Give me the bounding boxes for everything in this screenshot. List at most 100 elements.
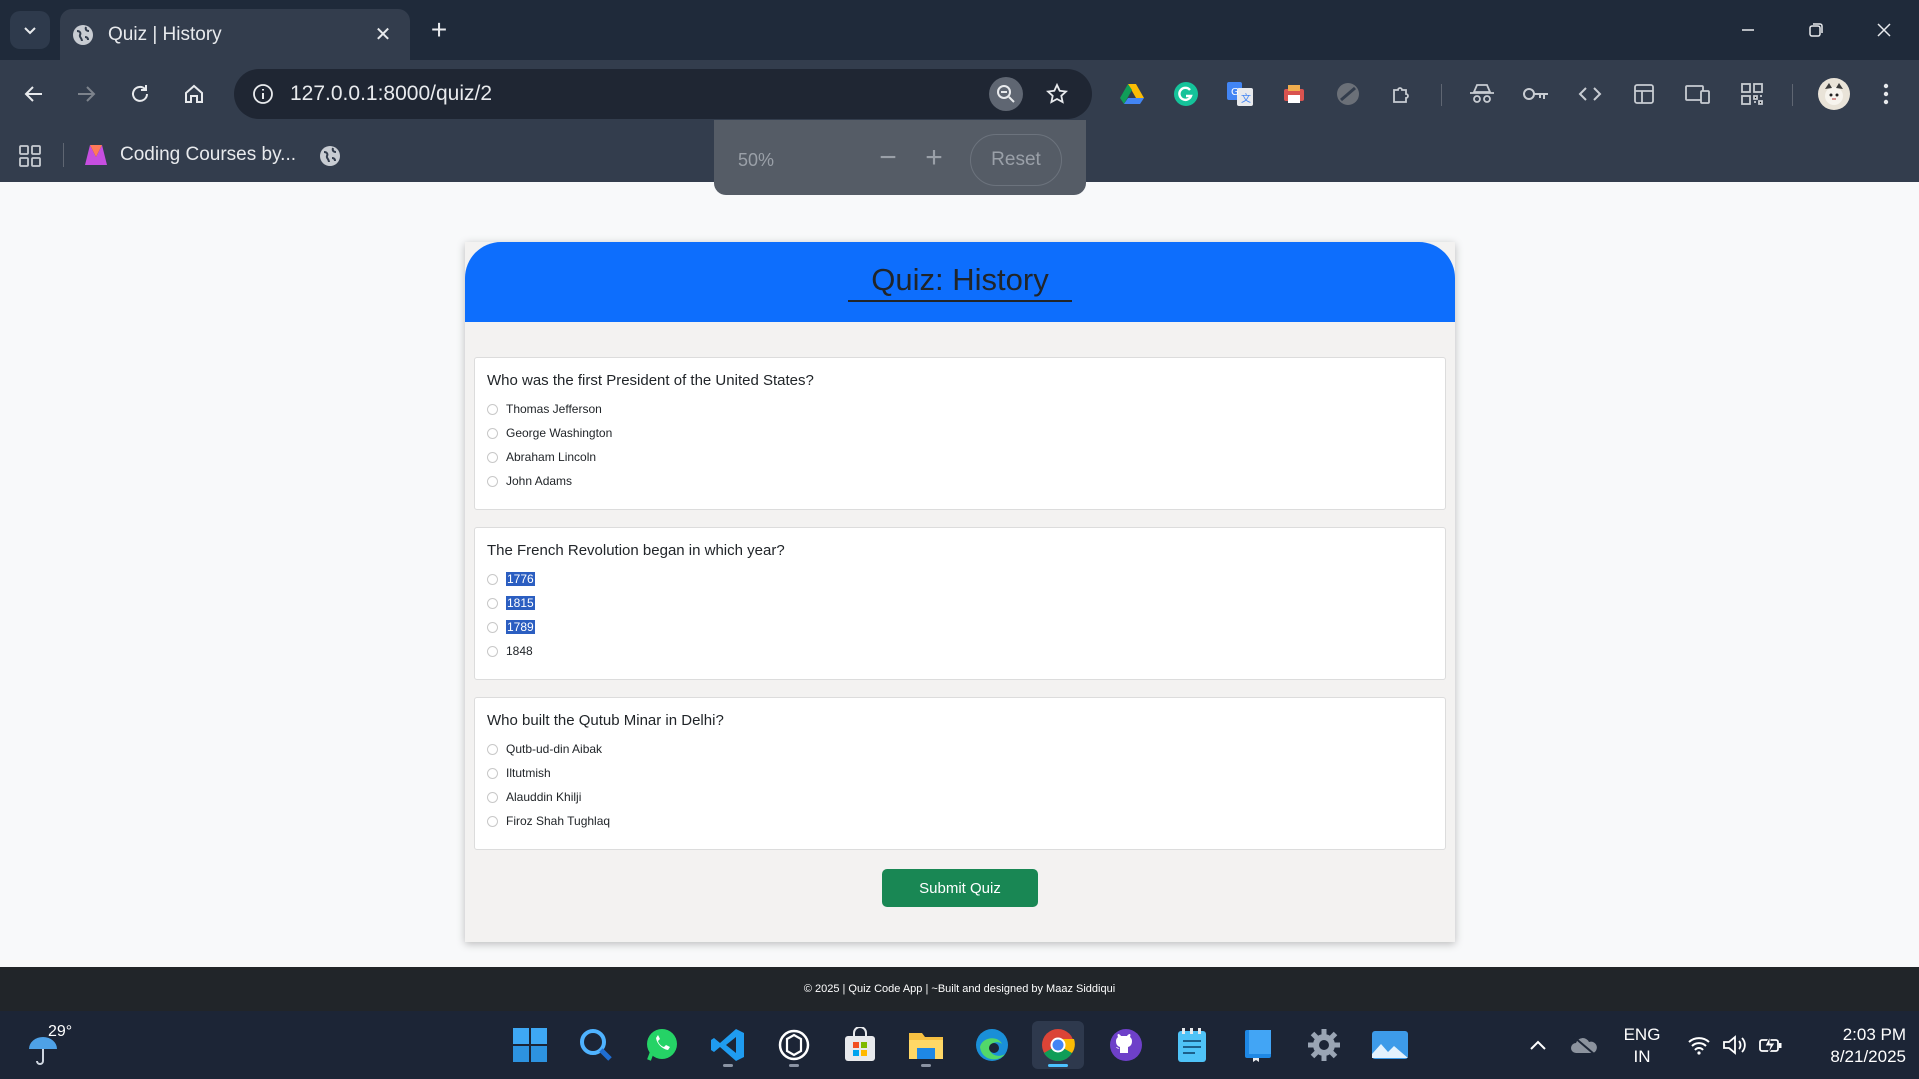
file-explorer-icon[interactable] <box>902 1021 950 1069</box>
battery-charging-icon[interactable] <box>1756 1029 1786 1061</box>
reload-icon[interactable] <box>120 74 160 114</box>
active-tab[interactable]: Quiz | History ✕ <box>60 9 410 60</box>
home-icon[interactable] <box>174 74 214 114</box>
option-2-3[interactable]: 1789 <box>487 618 535 636</box>
radio-button[interactable] <box>487 427 498 439</box>
close-window-icon[interactable] <box>1850 0 1918 60</box>
option-1-3[interactable]: Abraham Lincoln <box>487 448 596 466</box>
option-label: Firoz Shah Tughlaq <box>506 814 611 828</box>
vscode-icon[interactable] <box>704 1021 752 1069</box>
toolbar-separator <box>1441 84 1442 106</box>
clock-time: 2:03 PM <box>1842 1025 1906 1044</box>
blocked-extension-icon[interactable] <box>1332 78 1364 110</box>
restore-icon[interactable] <box>1782 0 1850 60</box>
qr-code-icon[interactable] <box>1736 78 1768 110</box>
code-icon[interactable] <box>1574 78 1606 110</box>
option-label: 1848 <box>506 644 533 658</box>
print-friendly-icon[interactable] <box>1278 78 1310 110</box>
option-3-1[interactable]: Qutb-ud-din Aibak <box>487 740 602 758</box>
radio-button[interactable] <box>487 767 498 779</box>
bookmark-star-icon[interactable] <box>1040 77 1074 111</box>
radio-button[interactable] <box>487 645 498 657</box>
zoom-reset-button[interactable]: Reset <box>970 134 1062 186</box>
radio-button[interactable] <box>487 743 498 755</box>
active-indicator <box>1048 1064 1068 1067</box>
menu-kebab-icon[interactable] <box>1870 78 1902 110</box>
minimize-icon[interactable] <box>1714 0 1782 60</box>
windows-start-icon[interactable] <box>506 1021 554 1069</box>
profile-avatar[interactable] <box>1816 76 1852 112</box>
bookmark-favicon-icon <box>85 145 107 165</box>
option-1-4[interactable]: John Adams <box>487 472 572 490</box>
bookmark-coding-courses[interactable]: Coding Courses by... <box>84 138 296 172</box>
option-3-3[interactable]: Alauddin Khilji <box>487 788 581 806</box>
submit-quiz-button[interactable]: Submit Quiz <box>882 869 1038 907</box>
edge-icon[interactable] <box>968 1021 1016 1069</box>
option-1-2[interactable]: George Washington <box>487 424 612 442</box>
language-indicator[interactable]: ENG IN <box>1620 1024 1664 1068</box>
site-info-icon[interactable] <box>246 77 280 111</box>
github-desktop-icon[interactable] <box>1102 1021 1150 1069</box>
blue-book-app-icon[interactable] <box>1234 1021 1282 1069</box>
apps-grid-icon[interactable] <box>14 140 46 172</box>
onedrive-cloud-icon[interactable] <box>1568 1029 1600 1061</box>
radio-button[interactable] <box>487 451 498 463</box>
google-drive-icon[interactable] <box>1116 78 1148 110</box>
system-clock[interactable]: 2:03 PM 8/21/2025 <box>1796 1024 1906 1068</box>
weather-temp: 29° <box>48 1023 73 1040</box>
option-3-2[interactable]: Iltutmish <box>487 764 551 782</box>
tab-search-button[interactable] <box>10 11 50 49</box>
radio-button[interactable] <box>487 791 498 803</box>
option-3-4[interactable]: Firoz Shah Tughlaq <box>487 812 610 830</box>
zoom-plus-button[interactable]: + <box>914 138 954 178</box>
back-icon[interactable] <box>14 74 54 114</box>
devices-icon[interactable] <box>1682 78 1714 110</box>
extensions-puzzle-icon[interactable] <box>1386 78 1418 110</box>
globe-bookmark-icon[interactable] <box>314 140 346 172</box>
chatgpt-icon[interactable] <box>770 1021 818 1069</box>
option-2-4[interactable]: 1848 <box>487 642 533 660</box>
zoom-out-icon[interactable] <box>989 77 1023 111</box>
address-bar[interactable]: 127.0.0.1:8000/quiz/2 <box>234 69 1092 119</box>
photos-icon[interactable] <box>1366 1021 1414 1069</box>
zoom-minus-button[interactable]: − <box>868 138 908 178</box>
quiz-card: Quiz: History Who was the first Presiden… <box>465 242 1455 942</box>
forward-icon[interactable] <box>66 74 106 114</box>
option-2-1[interactable]: 1776 <box>487 570 535 588</box>
volume-icon[interactable] <box>1720 1029 1750 1061</box>
option-label-selected-text: 1789 <box>506 620 535 634</box>
settings-gear-icon[interactable] <box>1300 1021 1348 1069</box>
tab-title: Quiz | History <box>108 23 222 45</box>
layout-icon[interactable] <box>1628 78 1660 110</box>
radio-button[interactable] <box>487 815 498 827</box>
chevron-up-icon[interactable] <box>1524 1029 1552 1061</box>
url-text[interactable]: 127.0.0.1:8000/quiz/2 <box>290 82 492 106</box>
question-card-2: The French Revolution began in which yea… <box>474 527 1446 680</box>
wifi-icon[interactable] <box>1684 1029 1714 1061</box>
option-2-2[interactable]: 1815 <box>487 594 535 612</box>
radio-button[interactable] <box>487 597 498 609</box>
incognito-icon[interactable] <box>1466 78 1498 110</box>
google-translate-icon[interactable]: G文 <box>1224 78 1256 110</box>
browser-toolbar: 127.0.0.1:8000/quiz/2 G文 <box>0 60 1919 128</box>
search-icon[interactable] <box>572 1021 620 1069</box>
zoom-popup: 50% − + Reset <box>714 120 1086 195</box>
title-underline <box>848 300 1072 302</box>
key-icon[interactable] <box>1520 78 1552 110</box>
microsoft-store-icon[interactable] <box>836 1021 884 1069</box>
chrome-icon[interactable] <box>1032 1021 1084 1069</box>
notepad-icon[interactable] <box>1168 1021 1216 1069</box>
whatsapp-icon[interactable] <box>638 1021 686 1069</box>
radio-button[interactable] <box>487 403 498 415</box>
radio-button[interactable] <box>487 621 498 633</box>
question-card-1: Who was the first President of the Unite… <box>474 357 1446 510</box>
radio-button[interactable] <box>487 475 498 487</box>
grammarly-icon[interactable] <box>1170 78 1202 110</box>
close-tab-icon[interactable]: ✕ <box>368 20 398 50</box>
option-1-1[interactable]: Thomas Jefferson <box>487 400 602 418</box>
radio-button[interactable] <box>487 573 498 585</box>
quiz-title: Quiz: History <box>871 262 1049 297</box>
new-tab-button[interactable]: + <box>422 13 456 47</box>
weather-widget[interactable]: 29° <box>26 1023 106 1067</box>
question-card-3: Who built the Qutub Minar in Delhi? Qutb… <box>474 697 1446 850</box>
